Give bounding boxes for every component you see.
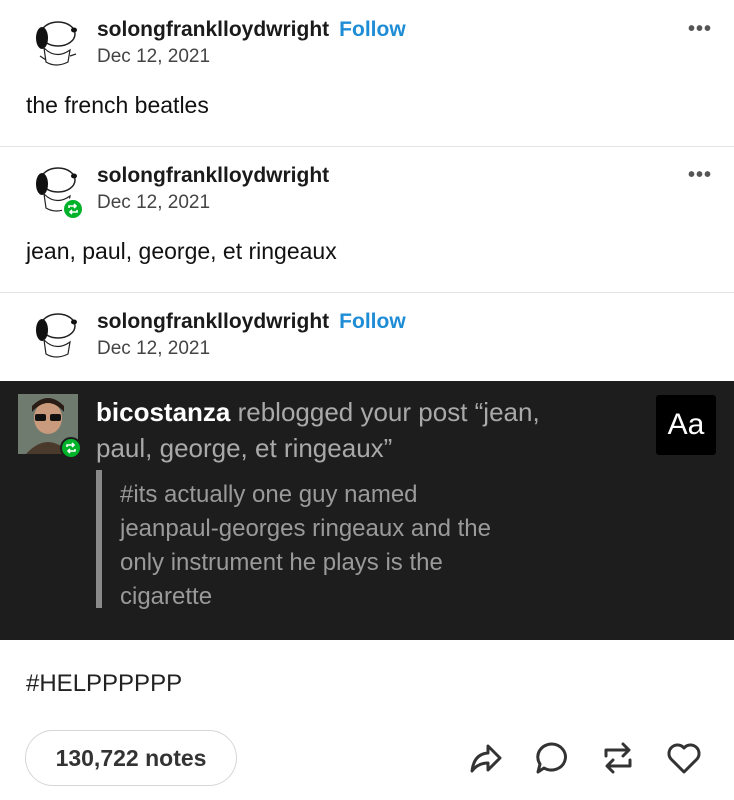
post-body: the french beatles (26, 92, 209, 118)
post-header-2: solongfranklloydwright Dec 12, 2021 ••• (0, 146, 734, 220)
follow-button[interactable]: Follow (339, 18, 406, 41)
username[interactable]: solongfranklloydwright Follow (97, 18, 406, 42)
reblog-badge-icon (62, 198, 84, 220)
reblog-badge-icon (60, 437, 82, 459)
post-date: Dec 12, 2021 (97, 338, 211, 359)
reblog-notice-line2: paul, george, et ringeaux” (96, 433, 393, 463)
follow-button[interactable]: Follow (339, 310, 406, 333)
username-text[interactable]: solongfranklloydwright (97, 310, 329, 333)
tag-line: only instrument he plays is the (120, 549, 443, 576)
share-icon[interactable] (466, 738, 506, 778)
post-date: Dec 12, 2021 (97, 46, 211, 67)
more-options-icon[interactable]: ••• (688, 164, 712, 187)
hashtag[interactable]: #HELPPPPPP (26, 670, 182, 698)
post-date: Dec 12, 2021 (97, 192, 211, 213)
reblogger-name: bicostanza (96, 397, 231, 427)
reblog-icon[interactable] (598, 738, 638, 778)
reblog-notice-line1: bicostanza reblogged your post “jean, (96, 397, 540, 428)
username[interactable]: solongfranklloydwright Follow (97, 310, 406, 334)
avatar[interactable] (30, 308, 82, 360)
tag-line: cigarette (120, 583, 213, 610)
post-body: jean, paul, george, et ringeaux (26, 238, 337, 264)
more-options-icon[interactable]: ••• (688, 18, 712, 41)
tag-line: jeanpaul-georges ringeaux and the (120, 515, 491, 542)
tag-line: #its actually one guy named (120, 481, 418, 508)
text-size-button[interactable]: Aa (656, 395, 716, 455)
quote-bar (96, 470, 102, 608)
reply-icon[interactable] (532, 738, 572, 778)
username-text[interactable]: solongfranklloydwright (97, 18, 329, 41)
username[interactable]: solongfranklloydwright (97, 164, 329, 188)
reblog-screenshot: bicostanza reblogged your post “jean, pa… (0, 381, 734, 640)
notes-count-button[interactable]: 130,722 notes (25, 730, 237, 786)
avatar[interactable] (30, 16, 82, 68)
reblog-notice-text: reblogged your post “jean, (230, 397, 540, 427)
post-header-1: solongfranklloydwright Follow Dec 12, 202… (0, 0, 734, 70)
post-header-3: solongfranklloydwright Follow Dec 12, 202… (0, 292, 734, 362)
like-icon[interactable] (664, 738, 704, 778)
